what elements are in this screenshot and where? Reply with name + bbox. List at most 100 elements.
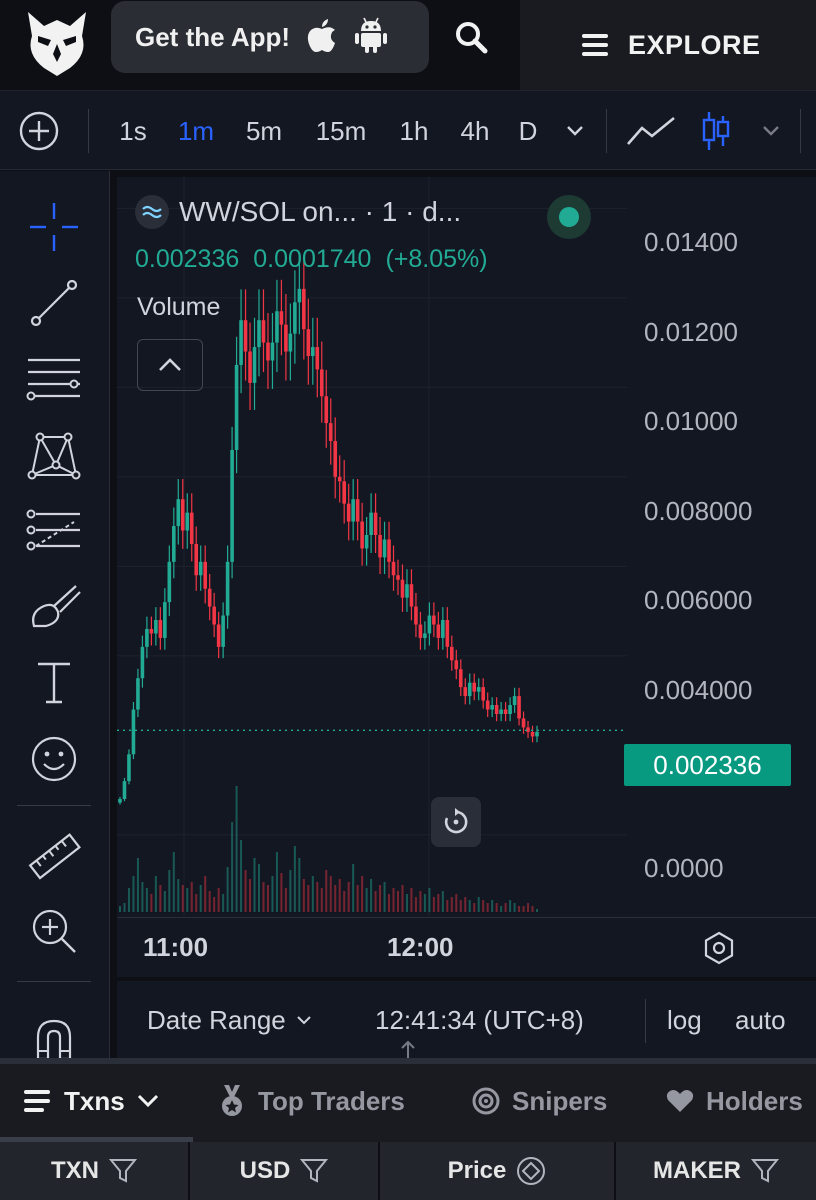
- interval-1m[interactable]: 1m: [170, 91, 222, 171]
- volume-bar: [437, 894, 440, 912]
- volume-bar: [320, 888, 323, 912]
- add-symbol-button[interactable]: [14, 91, 64, 171]
- candle-body: [485, 700, 490, 710]
- candle-body: [450, 646, 454, 661]
- tab-txns[interactable]: Txns: [24, 1064, 159, 1138]
- forecast-tool[interactable]: [18, 499, 90, 563]
- candle-body: [423, 633, 427, 638]
- trend-line-tool[interactable]: [18, 271, 90, 335]
- candle-body: [163, 602, 167, 638]
- column-header-txn[interactable]: TXN: [0, 1142, 188, 1200]
- volume-bar: [154, 876, 157, 912]
- get-the-app-button[interactable]: Get the App!: [111, 1, 429, 73]
- candle-body: [324, 396, 329, 424]
- volume-bar: [163, 891, 166, 912]
- price-tick: 0.01000: [644, 406, 738, 436]
- change-percent: (+8.05%): [385, 245, 488, 273]
- price-scale[interactable]: 0.01400 0.01200 0.01000 0.008000 0.00600…: [627, 177, 816, 917]
- interval-1h[interactable]: 1h: [392, 91, 436, 171]
- volume-bar: [168, 870, 171, 912]
- filter-icon: [109, 1159, 137, 1183]
- explore-menu-button[interactable]: EXPLORE: [520, 0, 816, 90]
- measure-tool[interactable]: [18, 825, 90, 889]
- brush-tool[interactable]: [18, 575, 90, 639]
- magnet-icon: [36, 1019, 72, 1061]
- candle-body: [445, 620, 450, 647]
- last-value: 0.002336: [135, 245, 240, 273]
- candle-body: [136, 678, 140, 710]
- crosshair-tool[interactable]: [18, 195, 90, 259]
- reset-chart-button[interactable]: [431, 797, 481, 847]
- pattern-tool[interactable]: [18, 423, 90, 487]
- interval-15m[interactable]: 15m: [306, 91, 376, 171]
- volume-bar: [145, 888, 148, 912]
- tab-top-traders[interactable]: Top Traders: [218, 1064, 405, 1138]
- target-icon: [472, 1087, 500, 1115]
- chart-bottom-bar: Date Range 12:41:34 (UTC+8) log auto: [117, 981, 816, 1059]
- candles-chart-type-button[interactable]: [696, 91, 736, 171]
- horizontal-lines-tool[interactable]: [18, 347, 90, 411]
- tab-label: Top Traders: [258, 1085, 405, 1116]
- candle-body: [266, 342, 270, 361]
- date-range-button[interactable]: Date Range: [147, 981, 312, 1059]
- volume-bar: [482, 900, 485, 912]
- interval-5m[interactable]: 5m: [238, 91, 290, 171]
- auto-scale-toggle[interactable]: auto: [735, 981, 786, 1059]
- chart-settings-button[interactable]: [701, 930, 737, 966]
- filter-icon: [300, 1159, 329, 1183]
- volume-bar: [455, 894, 458, 912]
- column-header-price[interactable]: Price: [380, 1142, 614, 1200]
- volume-bar: [293, 846, 296, 912]
- candle-body: [257, 320, 261, 348]
- tab-holders[interactable]: Holders: [666, 1064, 803, 1138]
- candle-body: [239, 320, 243, 365]
- symbol-legend[interactable]: WW/SOL on... · 1 · d...: [135, 195, 461, 229]
- owl-logo-icon[interactable]: [24, 6, 90, 78]
- line-chart-type-button[interactable]: [624, 91, 678, 171]
- legend-collapse-button[interactable]: [137, 339, 203, 391]
- candle-body: [154, 620, 158, 634]
- chart-type-dropdown[interactable]: [756, 91, 786, 171]
- candle-body: [378, 535, 382, 558]
- candle-body: [472, 682, 477, 692]
- candle-body: [127, 754, 131, 782]
- interval-1s[interactable]: 1s: [112, 91, 154, 171]
- volume-bar: [307, 885, 310, 912]
- plus-circle-icon: [19, 111, 59, 151]
- candle-body: [270, 342, 275, 361]
- search-button[interactable]: [448, 12, 494, 62]
- volume-bar: [473, 903, 476, 912]
- candle-body: [311, 347, 315, 356]
- candle-body: [369, 512, 373, 535]
- zoom-tool[interactable]: [18, 899, 90, 963]
- price-tick: 0.0000: [644, 853, 724, 883]
- emoji-tool[interactable]: [18, 727, 90, 791]
- volume-bar: [347, 882, 350, 912]
- volume-bar: [527, 903, 530, 912]
- column-header-maker[interactable]: MAKER: [616, 1142, 816, 1200]
- volume-bar: [504, 903, 507, 912]
- candle-body: [302, 288, 306, 330]
- volume-bar: [414, 897, 417, 912]
- interval-d[interactable]: D: [512, 91, 544, 171]
- column-header-usd[interactable]: USD: [190, 1142, 378, 1200]
- tab-label: Txns: [64, 1085, 125, 1116]
- candle-body: [189, 512, 194, 544]
- log-scale-toggle[interactable]: log: [667, 981, 702, 1059]
- time-axis[interactable]: 11:00 12:00: [117, 917, 816, 977]
- interval-dropdown[interactable]: [560, 91, 590, 171]
- candle-body: [391, 561, 396, 576]
- interval-4h[interactable]: 4h: [452, 91, 498, 171]
- time-tick: 12:00: [387, 932, 454, 962]
- text-tool[interactable]: [18, 651, 90, 715]
- candle-body: [284, 324, 288, 352]
- tab-snipers[interactable]: Snipers: [472, 1064, 607, 1138]
- candle-body: [243, 320, 248, 352]
- candle-body: [454, 660, 459, 670]
- candle-body: [185, 512, 190, 531]
- volume-bar: [513, 903, 516, 912]
- volume-bar: [302, 879, 305, 912]
- candlestick-icon: [702, 112, 730, 150]
- volume-bar: [226, 867, 229, 912]
- price-chart[interactable]: WW/SOL on... · 1 · d... 0.002336 0.00017…: [117, 177, 816, 977]
